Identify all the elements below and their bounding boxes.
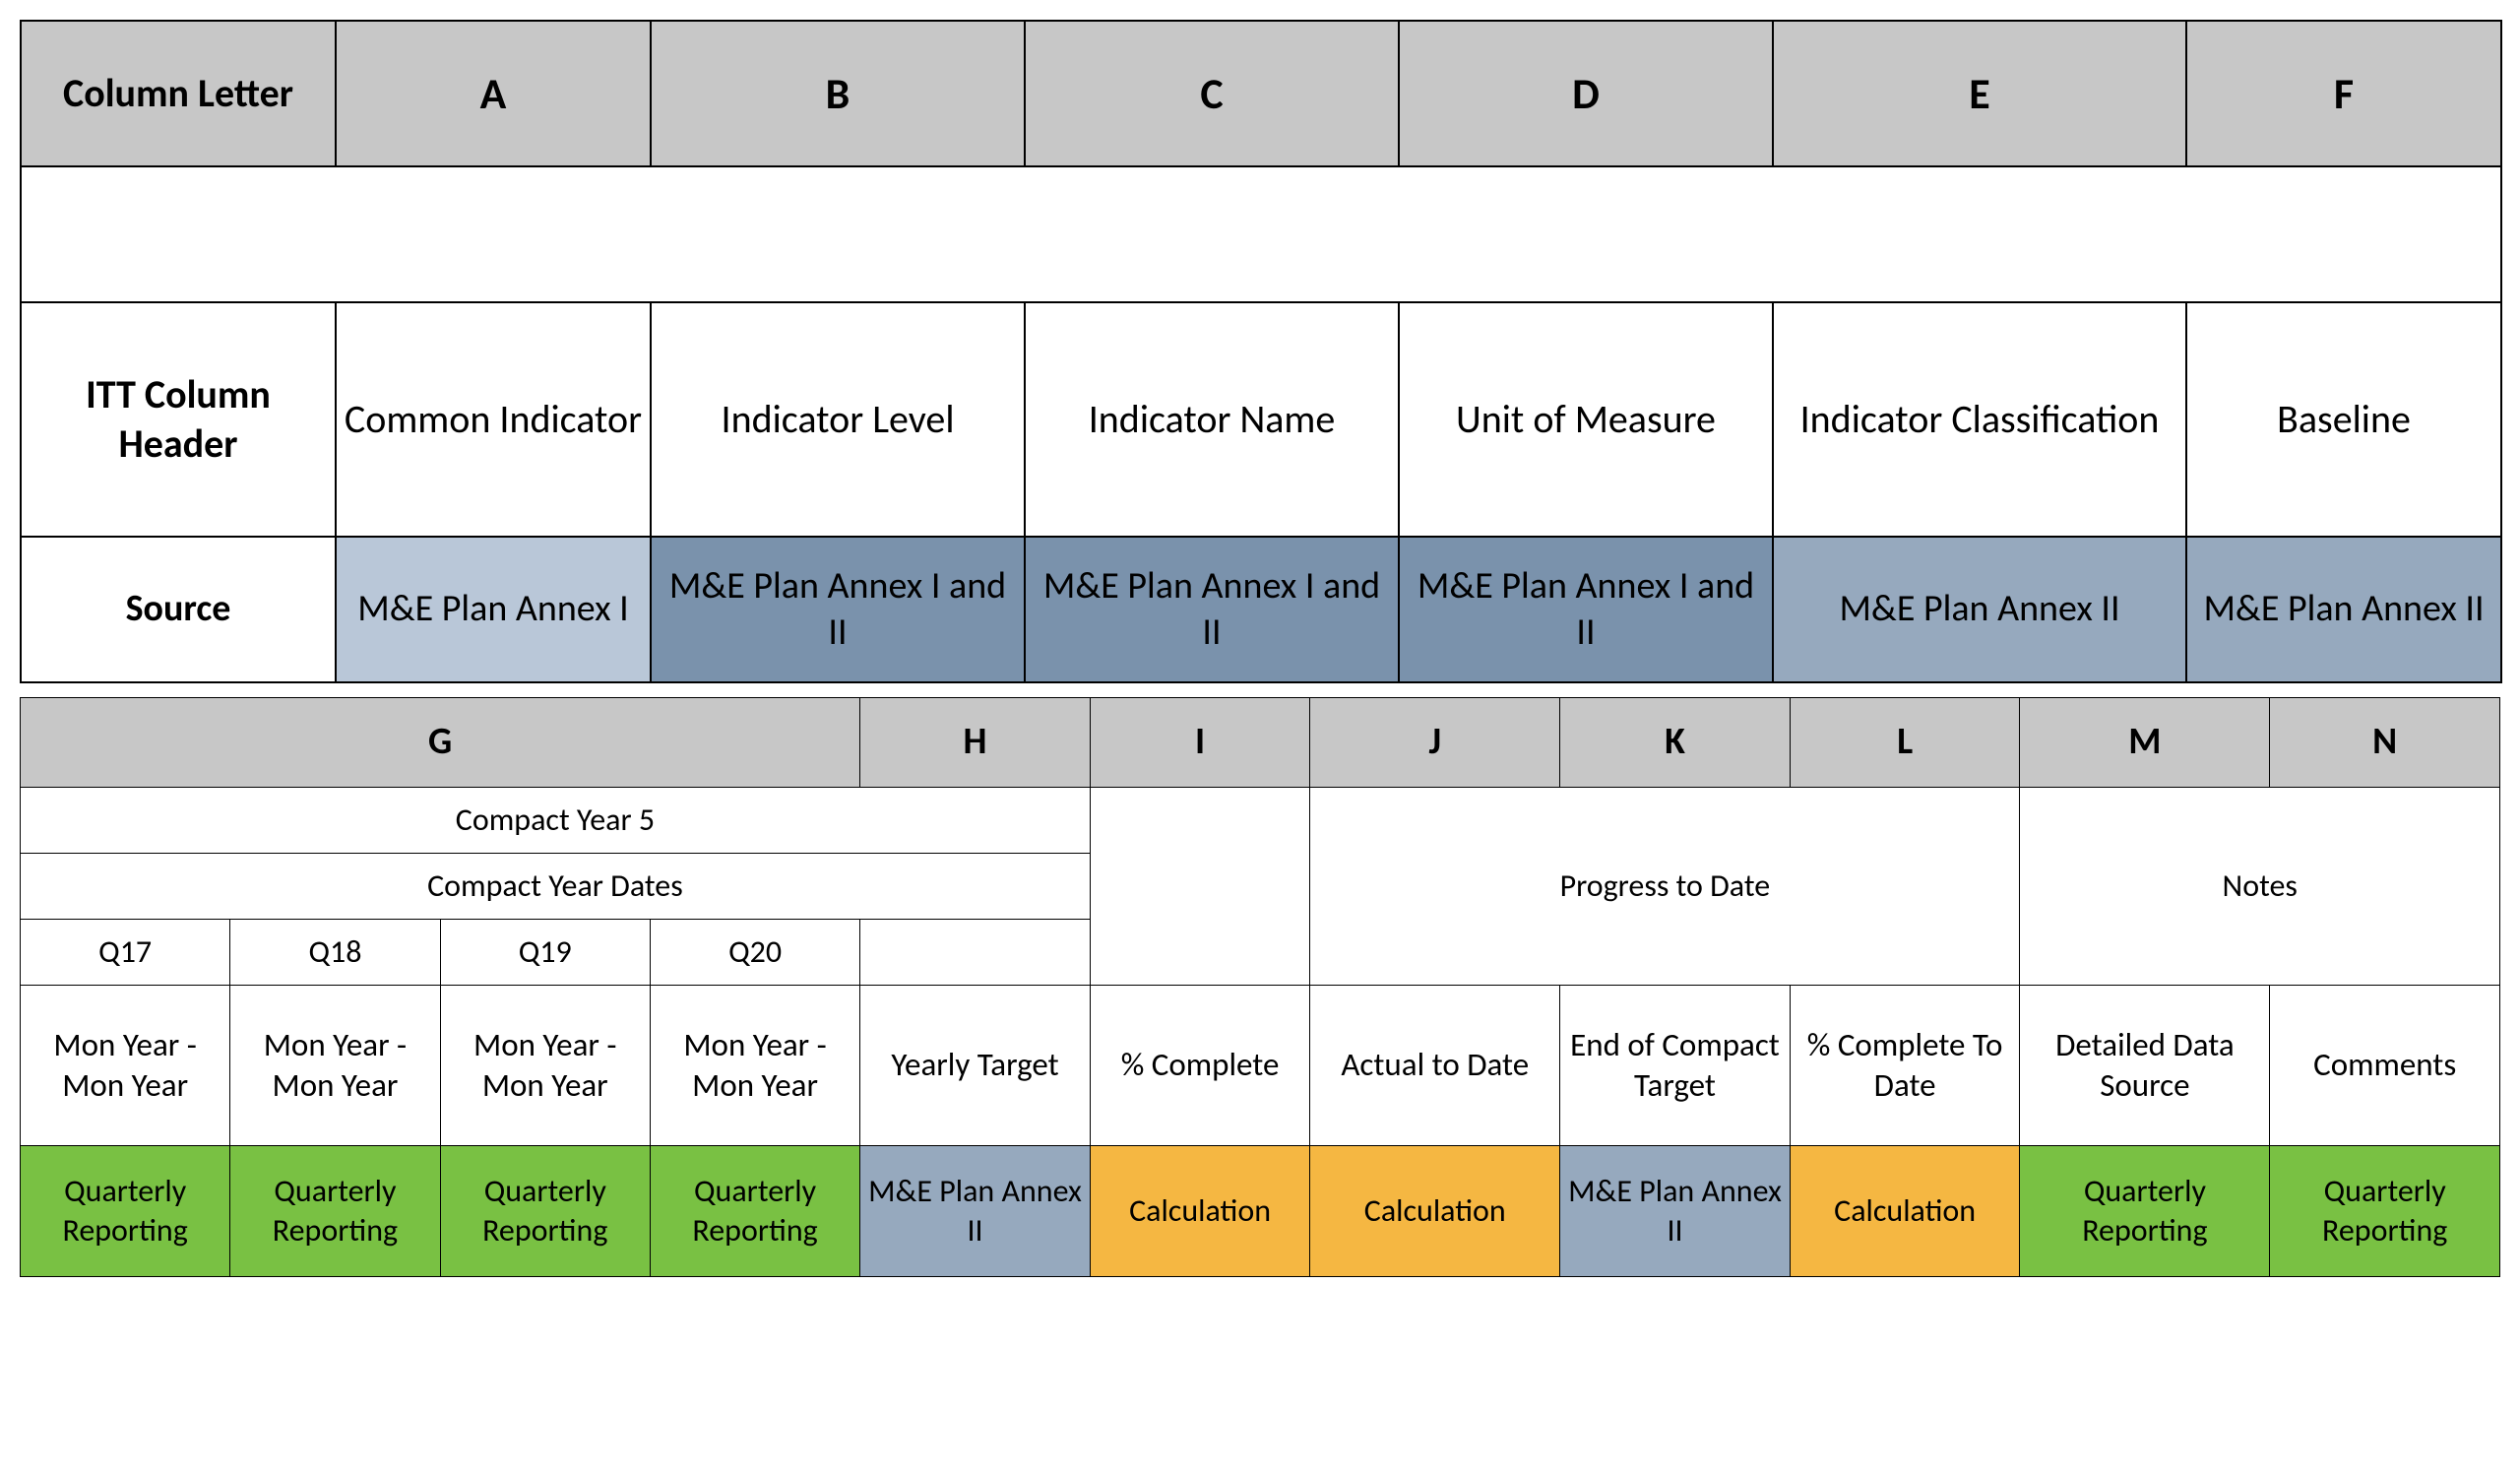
header-a: Common Indicator: [336, 302, 651, 537]
i-name: % Complete: [1090, 986, 1309, 1146]
col-letter-d: D: [1399, 21, 1773, 166]
g2-name: Mon Year - Mon Year: [230, 986, 440, 1146]
document-root: Column Letter A B C D E F ITT Column Hea…: [20, 20, 2500, 1277]
col-letter-i: I: [1090, 698, 1309, 788]
blank-h: [860, 920, 1091, 986]
m-name: Detailed Data Source: [2020, 986, 2270, 1146]
blank-cell: [21, 166, 2501, 302]
q20: Q20: [650, 920, 859, 986]
col-letter-g: G: [21, 698, 860, 788]
top-header-row: ITT Column Header Common Indicator Indic…: [21, 302, 2501, 537]
col-letter-h: H: [860, 698, 1091, 788]
label-column-letter: Column Letter: [21, 21, 336, 166]
col-letter-b: B: [651, 21, 1025, 166]
label-itt-column-header: ITT Column Header: [21, 302, 336, 537]
k-name: End of Compact Target: [1560, 986, 1791, 1146]
src-l: Calculation: [1790, 1146, 2020, 1277]
bottom-source-row: Quarterly Reporting Quarterly Reporting …: [21, 1146, 2500, 1277]
header-b: Indicator Level: [651, 302, 1025, 537]
top-blank-row: [21, 166, 2501, 302]
q18: Q18: [230, 920, 440, 986]
src-k: M&E Plan Annex II: [1560, 1146, 1791, 1277]
col-letter-e: E: [1773, 21, 2186, 166]
header-d: Unit of Measure: [1399, 302, 1773, 537]
col-letter-n: N: [2270, 698, 2500, 788]
g4-name: Mon Year - Mon Year: [650, 986, 859, 1146]
src-h: M&E Plan Annex II: [860, 1146, 1091, 1277]
label-source: Source: [21, 537, 336, 682]
col-letter-l: L: [1790, 698, 2020, 788]
notes: Notes: [2020, 788, 2500, 986]
src-i: Calculation: [1090, 1146, 1309, 1277]
col-letter-m: M: [2020, 698, 2270, 788]
src-m: Quarterly Reporting: [2020, 1146, 2270, 1277]
src-g1: Quarterly Reporting: [21, 1146, 230, 1277]
col-letter-j: J: [1310, 698, 1560, 788]
src-j: Calculation: [1310, 1146, 1560, 1277]
col-letter-a: A: [336, 21, 651, 166]
compact-year-5: Compact Year 5: [21, 788, 1091, 854]
n-name: Comments: [2270, 986, 2500, 1146]
compact-year-dates: Compact Year Dates: [21, 854, 1091, 920]
source-d: M&E Plan Annex I and II: [1399, 537, 1773, 682]
bottom-names-row: Mon Year - Mon Year Mon Year - Mon Year …: [21, 986, 2500, 1146]
src-g3: Quarterly Reporting: [440, 1146, 650, 1277]
header-e: Indicator Classification: [1773, 302, 2186, 537]
source-a: M&E Plan Annex I: [336, 537, 651, 682]
col-letter-c: C: [1025, 21, 1399, 166]
top-letter-row: Column Letter A B C D E F: [21, 21, 2501, 166]
source-c: M&E Plan Annex I and II: [1025, 537, 1399, 682]
g1-name: Mon Year - Mon Year: [21, 986, 230, 1146]
bottom-table: G H I J K L M N Compact Year 5 Progress …: [20, 697, 2500, 1277]
src-n: Quarterly Reporting: [2270, 1146, 2500, 1277]
top-table: Column Letter A B C D E F ITT Column Hea…: [20, 20, 2502, 683]
l-name: % Complete To Date: [1790, 986, 2020, 1146]
header-f: Baseline: [2186, 302, 2501, 537]
source-b: M&E Plan Annex I and II: [651, 537, 1025, 682]
source-f: M&E Plan Annex II: [2186, 537, 2501, 682]
bottom-subrow-1: Compact Year 5 Progress to Date Notes: [21, 788, 2500, 854]
progress-to-date: Progress to Date: [1310, 788, 2020, 986]
header-c: Indicator Name: [1025, 302, 1399, 537]
q17: Q17: [21, 920, 230, 986]
src-g2: Quarterly Reporting: [230, 1146, 440, 1277]
bottom-letter-row: G H I J K L M N: [21, 698, 2500, 788]
src-g4: Quarterly Reporting: [650, 1146, 859, 1277]
j-name: Actual to Date: [1310, 986, 1560, 1146]
blank-i: [1090, 788, 1309, 986]
col-letter-k: K: [1560, 698, 1791, 788]
q19: Q19: [440, 920, 650, 986]
h-name: Yearly Target: [860, 986, 1091, 1146]
source-e: M&E Plan Annex II: [1773, 537, 2186, 682]
col-letter-f: F: [2186, 21, 2501, 166]
top-source-row: Source M&E Plan Annex I M&E Plan Annex I…: [21, 537, 2501, 682]
g3-name: Mon Year - Mon Year: [440, 986, 650, 1146]
